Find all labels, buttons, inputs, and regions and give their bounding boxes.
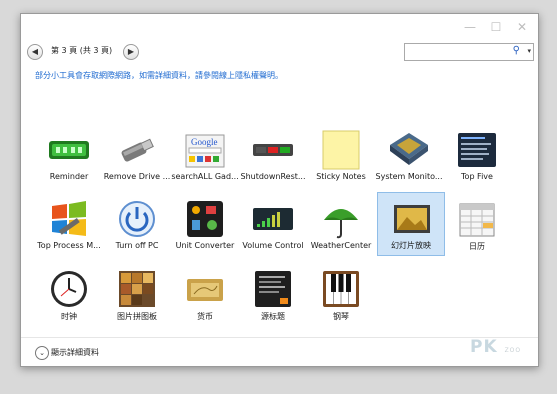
feed-headlines-icon	[255, 271, 291, 307]
gadget-label: 钢琴	[333, 312, 349, 321]
minimize-button[interactable]: —	[458, 18, 482, 36]
watermark-suffix: ZOO	[504, 347, 522, 354]
gadget-label: searchALL Gad...	[171, 172, 239, 181]
process-list-icon	[458, 133, 496, 167]
privacy-info-link[interactable]: 部分小工具會存取網際網路，如需詳細資料，請參閱線上隱私權聲明。	[35, 70, 283, 81]
gadget-tile[interactable]: System Monito...	[375, 125, 443, 189]
gadget-label: 货币	[197, 312, 213, 321]
calendar-icon	[459, 203, 495, 237]
currency-card-icon	[187, 279, 223, 301]
close-button[interactable]: ✕	[510, 18, 534, 36]
cpu-chip-icon	[390, 133, 428, 165]
gadget-tile[interactable]: 钢琴	[307, 264, 375, 328]
gadget-label: 图片拼图板	[117, 312, 157, 321]
gadget-tile[interactable]: Top Five	[443, 125, 511, 189]
power-icon	[119, 201, 155, 237]
watermark-brand: PK	[470, 337, 498, 357]
gadget-label: 幻灯片放映	[391, 241, 431, 250]
next-page-button[interactable]: ▶	[123, 44, 139, 60]
maximize-button[interactable]: ☐	[484, 18, 508, 36]
gadget-label: 源标题	[261, 312, 285, 321]
gadget-label: Unit Converter	[175, 241, 235, 250]
gadget-tile[interactable]: Unit Converter	[171, 194, 239, 258]
gadget-label: Turn off PC	[115, 241, 159, 250]
gadget-tile[interactable]: Reminder	[35, 125, 103, 189]
gadget-tile[interactable]: Turn off PC	[103, 194, 171, 258]
search-input[interactable]	[405, 49, 508, 64]
shutdown-panel-icon	[253, 144, 293, 156]
gadget-tile[interactable]: WeatherCenter	[307, 194, 375, 258]
clock-icon	[51, 271, 87, 307]
gadget-label: Volume Control	[242, 241, 304, 250]
gadget-label: ShutdownRest...	[240, 172, 306, 181]
search-dropdown-icon[interactable]: ▾	[527, 47, 531, 55]
search-box: ⚲ ▾	[404, 43, 534, 64]
usb-drive-icon	[121, 138, 154, 162]
gadget-tile[interactable]: 源标题	[239, 264, 307, 328]
gadget-label: Remove Drive ...	[103, 172, 171, 181]
volume-meter-icon	[253, 208, 293, 230]
sticky-note-icon	[322, 130, 360, 170]
gadget-label: 时钟	[61, 312, 77, 321]
previous-page-button[interactable]: ◀	[27, 44, 43, 60]
gadget-label: WeatherCenter	[310, 241, 372, 250]
watermark-logo: PK ZOO	[470, 337, 521, 357]
gadget-tile[interactable]: Sticky Notes	[307, 125, 375, 189]
search-icon[interactable]: ⚲	[513, 45, 520, 56]
piano-keys-icon	[323, 271, 359, 307]
gadget-label: Reminder	[49, 172, 89, 181]
umbrella-icon	[324, 209, 358, 239]
picture-puzzle-icon	[119, 271, 155, 307]
google-search-icon: Google	[185, 134, 225, 168]
unit-converter-icon	[187, 201, 223, 237]
green-clock-display-icon	[49, 141, 89, 159]
toolbar: ◀ 第 3 頁 (共 3 頁) ▶ ⚲ ▾	[21, 42, 538, 66]
gadget-tile[interactable]: 货币	[171, 264, 239, 328]
show-details-link[interactable]: 顯示詳細資料	[51, 347, 99, 358]
gadget-tile[interactable]: Google searchALL Gad...	[171, 125, 239, 189]
gadget-tile[interactable]: Top Process M...	[35, 194, 103, 258]
gadget-gallery-window: — ☐ ✕ ◀ 第 3 頁 (共 3 頁) ▶ ⚲ ▾ 部分小工具會存取網際網路…	[20, 13, 539, 367]
gadget-label: System Monito...	[375, 172, 443, 181]
windows-flag-icon	[52, 201, 86, 236]
chevron-down-icon[interactable]: ⌄	[35, 346, 49, 360]
title-bar: — ☐ ✕	[21, 14, 538, 42]
svg-text:Google: Google	[191, 137, 218, 147]
gadget-label: 日历	[469, 242, 485, 251]
slideshow-photo-icon	[394, 205, 430, 233]
gadget-tile-selected[interactable]: 幻灯片放映	[377, 192, 445, 256]
gadget-label: Sticky Notes	[316, 172, 366, 181]
gadget-tile[interactable]: 时钟	[35, 264, 103, 328]
gadget-tile[interactable]: 图片拼图板	[103, 264, 171, 328]
gadget-label: Top Process M...	[37, 241, 101, 250]
details-footer: ⌄ 顯示詳細資料	[21, 337, 538, 366]
gadget-tile[interactable]: Remove Drive ...	[103, 125, 171, 189]
gadget-tile[interactable]: 日历	[443, 194, 511, 258]
gadget-tile[interactable]: Volume Control	[239, 194, 307, 258]
gadget-label: Top Five	[461, 172, 493, 181]
gadget-tile[interactable]: ShutdownRest...	[239, 125, 307, 189]
page-indicator: 第 3 頁 (共 3 頁)	[51, 46, 113, 55]
